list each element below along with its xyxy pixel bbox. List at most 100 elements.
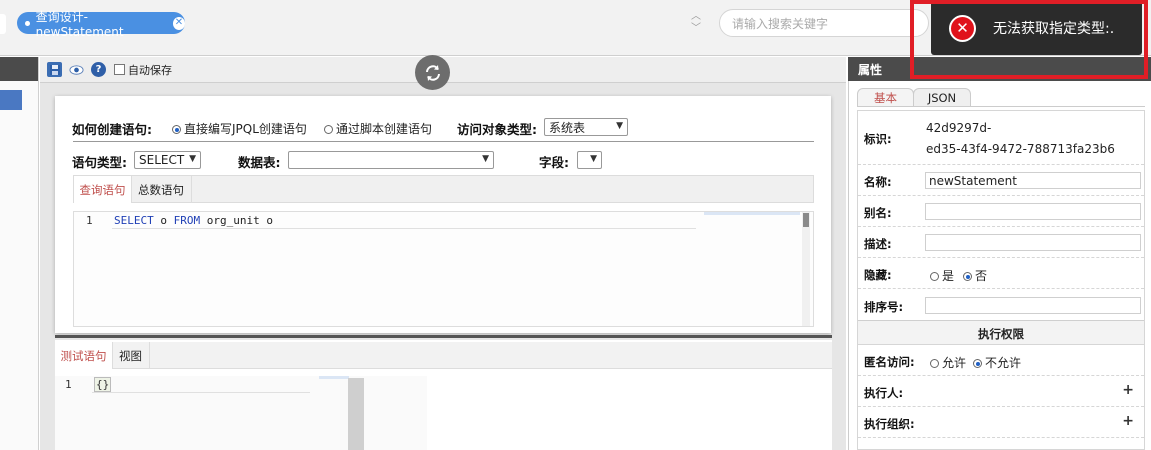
left-sidebar-selected-item[interactable] [0,90,22,110]
prop-name-label: 名称: [864,175,892,189]
radio-anon-deny[interactable] [973,359,982,368]
code-line-highlight [112,228,696,229]
left-sidebar [0,57,39,450]
highlight-box [910,0,1148,79]
tab-basic[interactable]: 基本 [857,88,914,107]
chevron-down-icon: ▼ [482,154,489,164]
tab-test-statement[interactable]: 测试语句 [55,342,113,369]
prop-id-value-2: ed35-43f4-9472-788713fa23b6 [926,142,1115,156]
object-type-value: 系统表 [549,120,586,135]
object-type-select[interactable]: 系统表 ▼ [544,118,628,136]
prop-executor-label: 执行人: [864,386,904,400]
refresh-button[interactable] [415,55,450,90]
chevron-up-icon[interactable]: ︿ [688,11,704,23]
create-option-script-label: 通过脚本创建语句 [336,122,433,136]
refresh-icon [425,64,440,81]
nav-toggle[interactable] [0,14,6,34]
help-icon[interactable]: ? [91,62,106,77]
anon-option-allow[interactable]: 允许 [930,354,966,371]
code-keyword-select: SELECT [114,214,154,227]
tab-view[interactable]: 视图 [112,342,150,369]
prop-row-hidden: 隐藏: 是 否 [858,258,1144,289]
designer-divider [73,141,814,142]
tab-underline [857,106,1145,107]
exec-permission-title: 执行权限 [978,327,1024,341]
prop-row-id: 标识: 42d9297d- ed35-43f4-9472-788713fa23b… [858,111,1144,165]
radio-jpql[interactable] [172,125,181,134]
search-input[interactable]: 请输入搜索关键字 [719,9,929,37]
add-exec-org-icon[interactable]: + [1122,413,1134,429]
statement-type-value: SELECT [139,153,185,167]
create-option-script[interactable]: 通过脚本创建语句 [324,120,432,137]
test-tabs: 测试语句 视图 [55,342,832,369]
minimap [704,212,800,215]
table-select[interactable]: ▼ [288,151,494,169]
code-keyword-from: FROM [173,214,201,227]
radio-hidden-yes[interactable] [930,272,939,281]
radio-anon-allow[interactable] [930,359,939,368]
hidden-no-label: 否 [975,269,988,283]
test-editor-scrollbar[interactable] [348,378,364,450]
hidden-yes-label: 是 [942,269,955,283]
left-sidebar-header [0,57,38,81]
anon-option-deny[interactable]: 不允许 [973,354,1021,371]
prop-anonymous-label: 匿名访问: [864,355,915,369]
prop-exec-org-label: 执行组织: [864,417,915,431]
editor-scrollbar[interactable] [802,212,810,326]
code-token: o [153,214,174,227]
scrollbar-thumb[interactable] [803,213,809,227]
prop-row-order: 排序号: [858,289,1144,321]
statement-type-select[interactable]: SELECT ▼ [134,151,201,169]
add-executor-icon[interactable]: + [1122,382,1134,398]
prop-alias-label: 别名: [864,206,892,220]
create-option-jpql-label: 直接编写JPQL创建语句 [184,122,307,136]
name-field[interactable]: newStatement [925,172,1141,189]
tab-close-icon[interactable]: ✕ [172,16,185,30]
prop-hidden-label: 隐藏: [864,268,892,282]
chevron-down-icon[interactable]: ﹀ [688,23,704,35]
query-code-editor[interactable]: 1 SELECT o FROM org_unit o [73,211,814,327]
autosave-label: 自动保存 [128,63,172,77]
pane-splitter[interactable] [55,335,832,338]
exec-permission-header: 执行权限 [858,321,1144,345]
radio-hidden-no[interactable] [963,272,972,281]
code-token: org_unit o [200,214,273,227]
prop-row-name: 名称: newStatement [858,165,1144,196]
minimap [319,376,349,379]
chevron-down-icon: ▼ [590,154,597,164]
tab-scroll-arrows[interactable]: ︿ ﹀ [688,11,704,35]
hidden-option-yes[interactable]: 是 [930,267,954,284]
prop-id-value-1: 42d9297d- [926,121,992,135]
tab-count-statement[interactable]: 总数语句 [131,176,192,203]
create-option-jpql[interactable]: 直接编写JPQL创建语句 [172,120,307,137]
test-code-editor[interactable]: 1 {} [55,376,427,450]
description-field[interactable] [925,234,1141,251]
tab-json[interactable]: JSON [913,88,971,107]
tab-dot-icon [25,20,30,26]
prop-id-label: 标识: [864,132,892,146]
line-number: 1 [65,378,72,391]
alias-field[interactable] [925,203,1141,220]
prop-description-label: 描述: [864,237,892,251]
tab-query-statement[interactable]: 查询语句 [74,176,132,203]
statement-type-label: 语句类型: [72,155,127,170]
anon-deny-label: 不允许 [985,356,1022,370]
search-placeholder: 请输入搜索关键字 [732,16,829,31]
chevron-down-icon: ▼ [189,154,196,164]
preview-icon[interactable] [69,62,84,77]
save-icon[interactable] [47,62,62,77]
radio-script[interactable] [324,125,333,134]
tab-query-design[interactable]: 查询设计-newStatement ✕ [17,10,185,39]
field-label: 字段: [539,155,569,170]
chevron-down-icon: ▼ [616,121,623,131]
object-type-label: 访问对象类型: [457,122,537,137]
hidden-option-no[interactable]: 否 [963,267,987,284]
property-table: 标识: 42d9297d- ed35-43f4-9472-788713fa23b… [857,110,1145,450]
field-select[interactable]: ▼ [577,151,602,169]
prop-row-executor: 执行人: + [858,376,1144,407]
order-field[interactable] [925,297,1141,314]
autosave-check-box[interactable] [114,64,125,75]
line-number: 1 [86,214,93,227]
autosave-checkbox[interactable]: 自动保存 [114,62,172,78]
code-line: SELECT o FROM org_unit o [114,214,273,227]
